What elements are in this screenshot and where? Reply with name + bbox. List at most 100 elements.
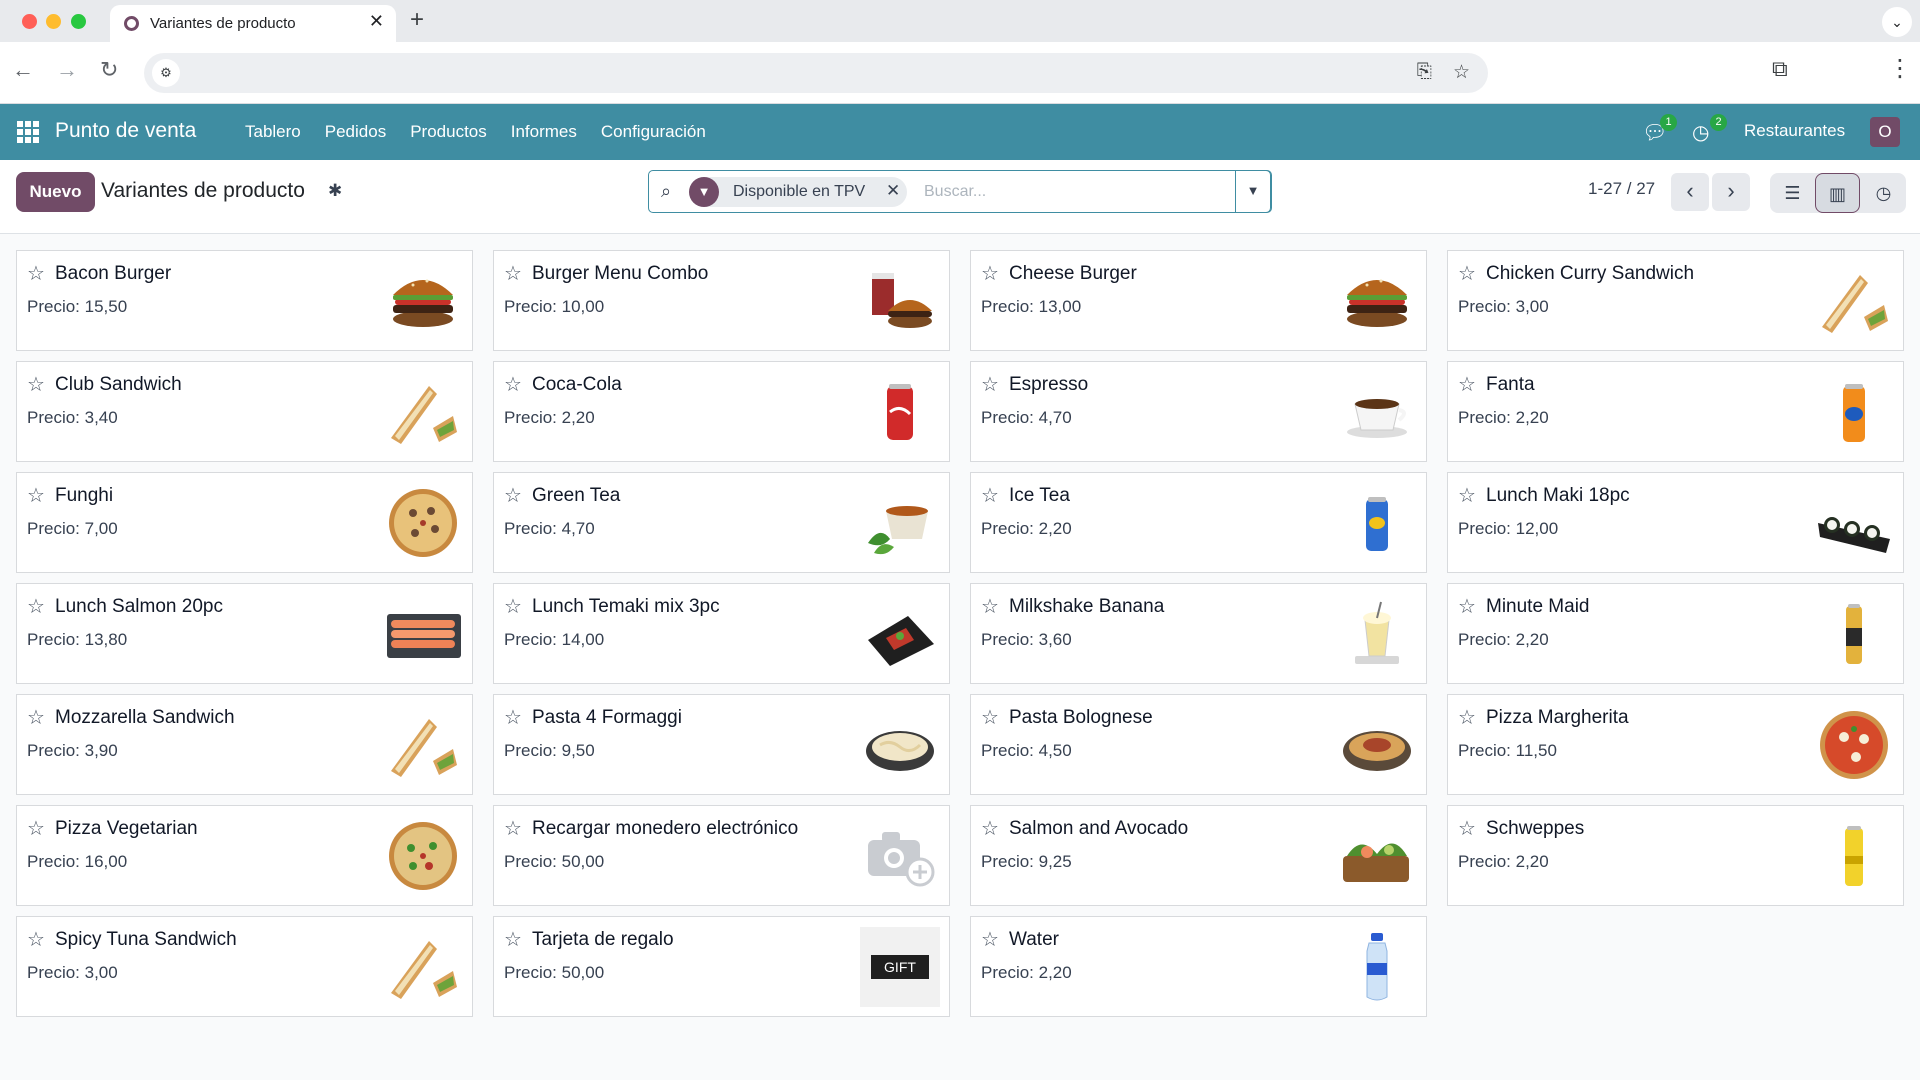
app-brand[interactable]: Punto de venta [55,119,196,143]
menu-item-tablero[interactable]: Tablero [233,104,313,160]
favorite-star-icon[interactable]: ☆ [981,372,999,397]
product-card[interactable]: ☆ Burger Menu Combo Precio: 10,00 [493,250,950,351]
favorite-star-icon[interactable]: ☆ [1458,261,1476,286]
menu-item-productos[interactable]: Productos [398,104,499,160]
favorite-star-icon[interactable]: ☆ [27,483,45,508]
product-card[interactable]: ☆ Lunch Maki 18pc Precio: 12,00 [1447,472,1904,573]
pager-next-button[interactable]: › [1712,173,1750,211]
menu-item-pedidos[interactable]: Pedidos [313,104,398,160]
product-card[interactable]: ☆ Pasta 4 Formaggi Precio: 9,50 [493,694,950,795]
favorite-star-icon[interactable]: ☆ [27,372,45,397]
product-price: Precio: 9,50 [504,741,595,760]
product-card[interactable]: ☆ Mozzarella Sandwich Precio: 3,90 [16,694,473,795]
favorite-star-icon[interactable]: ☆ [504,261,522,286]
favorite-star-icon[interactable]: ☆ [504,372,522,397]
favorite-star-icon[interactable]: ☆ [981,705,999,730]
new-tab-button[interactable]: + [410,6,424,34]
top-menu: Tablero Pedidos Productos Informes Confi… [233,104,718,160]
product-card[interactable]: ☆ Tarjeta de regalo Precio: 50,00 GIFT [493,916,950,1017]
product-card[interactable]: ☆ Minute Maid Precio: 2,20 [1447,583,1904,684]
favorite-star-icon[interactable]: ☆ [27,261,45,286]
favorite-star-icon[interactable]: ☆ [504,705,522,730]
favorite-star-icon[interactable]: ☆ [1458,372,1476,397]
user-avatar[interactable]: O [1870,117,1900,147]
favorite-star-icon[interactable]: ☆ [1458,705,1476,730]
favorite-star-icon[interactable]: ☆ [27,705,45,730]
kanban-view-icon[interactable]: ▥ [1815,173,1860,213]
product-card[interactable]: ☆ Cheese Burger Precio: 13,00 [970,250,1427,351]
favorite-star-icon[interactable]: ☆ [1458,483,1476,508]
activities-button[interactable]: ◷ 2 [1692,114,1732,146]
reload-icon[interactable]: ↻ [100,57,118,83]
product-card[interactable]: ☆ Green Tea Precio: 4,70 [493,472,950,573]
forward-arrow-icon[interactable]: → [56,57,78,83]
search-options-toggle[interactable]: ▼ [1235,170,1271,213]
favorite-star-icon[interactable]: ☆ [504,816,522,841]
gear-icon[interactable]: ✱ [328,181,342,201]
clock-icon: ◷ [1692,122,1710,144]
product-card[interactable]: ☆ Schweppes Precio: 2,20 [1447,805,1904,906]
menu-item-informes[interactable]: Informes [499,104,589,160]
favorite-star-icon[interactable]: ☆ [27,816,45,841]
product-card[interactable]: ☆ Lunch Temaki mix 3pc Precio: 14,00 [493,583,950,684]
product-image [860,705,940,785]
search-icon[interactable]: ⌕ [661,181,671,202]
product-card[interactable]: ☆ Milkshake Banana Precio: 3,60 [970,583,1427,684]
product-card[interactable]: ☆ Funghi Precio: 7,00 [16,472,473,573]
favorite-star-icon[interactable]: ☆ [1458,594,1476,619]
browser-menu-icon[interactable]: ⋮ [1888,54,1912,83]
tab-close-button[interactable]: ✕ [369,11,384,32]
product-card[interactable]: ☆ Pizza Vegetarian Precio: 16,00 [16,805,473,906]
product-card[interactable]: ☆ Fanta Precio: 2,20 [1447,361,1904,462]
menu-item-configuracion[interactable]: Configuración [589,104,718,160]
product-price: Precio: 11,50 [1458,741,1557,760]
maximize-window-button[interactable] [71,14,86,29]
favorite-star-icon[interactable]: ☆ [981,261,999,286]
product-card[interactable]: ☆ Salmon and Avocado Precio: 9,25 [970,805,1427,906]
product-card[interactable]: ☆ Pizza Margherita Precio: 11,50 [1447,694,1904,795]
product-card[interactable]: ☆ Coca-Cola Precio: 2,20 [493,361,950,462]
product-card[interactable]: ☆ Ice Tea Precio: 2,20 [970,472,1427,573]
favorite-star-icon[interactable]: ☆ [981,483,999,508]
pager-previous-button[interactable]: ‹ [1671,173,1709,211]
pager-value[interactable]: 1-27 / 27 [1588,179,1655,199]
product-card[interactable]: ☆ Lunch Salmon 20pc Precio: 13,80 [16,583,473,684]
browser-tab[interactable]: Variantes de producto ✕ [110,5,396,42]
company-switcher[interactable]: Restaurantes [1744,121,1845,141]
extensions-puzzle-icon[interactable]: ⧉ [1772,56,1788,82]
product-name: Schweppes [1486,818,1585,839]
product-card[interactable]: ☆ Spicy Tuna Sandwich Precio: 3,00 [16,916,473,1017]
favorite-star-icon[interactable]: ☆ [981,816,999,841]
product-card[interactable]: ☆ Chicken Curry Sandwich Precio: 3,00 [1447,250,1904,351]
minimize-window-button[interactable] [46,14,61,29]
site-settings-icon[interactable]: ⚙ [152,59,180,87]
product-card[interactable]: ☆ Club Sandwich Precio: 3,40 [16,361,473,462]
address-bar[interactable]: ⚙ ⎘ ☆ [144,53,1488,93]
favorite-star-icon[interactable]: ☆ [27,594,45,619]
product-price: Precio: 13,80 [27,630,128,649]
app-grid-icon[interactable] [17,121,39,143]
search-input[interactable] [924,177,1224,207]
favorite-star-icon[interactable]: ☆ [504,483,522,508]
back-arrow-icon[interactable]: ← [12,57,34,83]
favorite-star-icon[interactable]: ☆ [504,927,522,952]
favorite-star-icon[interactable]: ☆ [504,594,522,619]
product-card[interactable]: ☆ Espresso Precio: 4,70 [970,361,1427,462]
favorite-star-icon[interactable]: ☆ [981,594,999,619]
favorite-star-icon[interactable]: ☆ [27,927,45,952]
install-app-icon[interactable]: ⎘ [1417,61,1432,83]
messages-button[interactable]: 💬︎ 1 [1642,114,1682,146]
facet-remove-button[interactable]: ✕ [886,181,900,201]
bookmark-star-icon[interactable]: ☆ [1453,61,1470,84]
activity-view-icon[interactable]: ◷ [1861,173,1906,213]
favorite-star-icon[interactable]: ☆ [1458,816,1476,841]
list-view-icon[interactable]: ☰ [1770,173,1815,213]
close-window-button[interactable] [22,14,37,29]
product-card[interactable]: ☆ Pasta Bolognese Precio: 4,50 [970,694,1427,795]
product-card[interactable]: ☆ Recargar monedero electrónico Precio: 50… [493,805,950,906]
product-card[interactable]: ☆ Bacon Burger Precio: 15,50 [16,250,473,351]
tab-search-chevron-icon[interactable]: ⌄ [1882,7,1912,37]
new-button[interactable]: Nuevo [16,172,95,212]
favorite-star-icon[interactable]: ☆ [981,927,999,952]
product-card[interactable]: ☆ Water Precio: 2,20 [970,916,1427,1017]
